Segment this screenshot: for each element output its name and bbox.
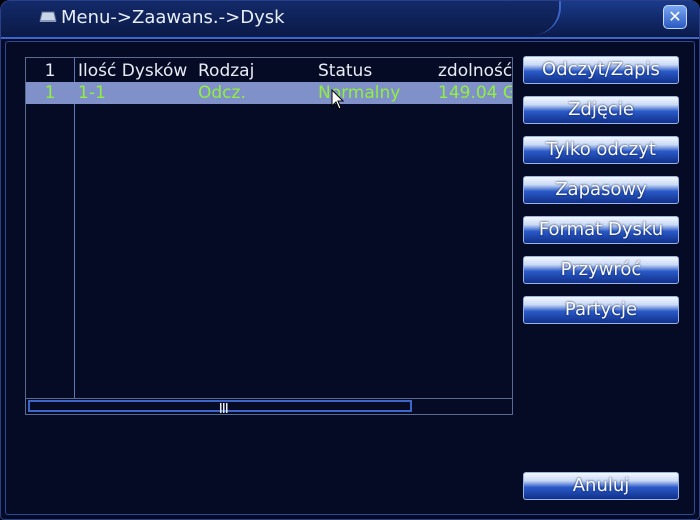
- column-header-status: Status: [318, 61, 373, 81]
- window-title: Menu->Zaawans.->Dysk: [61, 7, 285, 28]
- row-disk: 1-1: [78, 83, 106, 103]
- read-only-button[interactable]: Tylko odczyt: [523, 136, 679, 164]
- cancel-button[interactable]: Anuluj: [523, 472, 679, 500]
- column-header-type: Rodzaj: [198, 61, 255, 81]
- title-tab: Menu->Zaawans.->Dysk: [1, 1, 561, 35]
- horizontal-scrollbar[interactable]: [26, 398, 512, 415]
- row-capacity: 149.04 GB: [438, 83, 512, 103]
- mouse-cursor-icon: [331, 89, 345, 110]
- table-row[interactable]: 1 1-1 Odcz. Normalny 149.04 GB: [26, 82, 512, 104]
- format-disk-button[interactable]: Format Dysku: [523, 216, 679, 244]
- grip-icon: [220, 403, 228, 413]
- restore-button[interactable]: Przywróć: [523, 256, 679, 284]
- snapshot-button[interactable]: Zdjęcie: [523, 96, 679, 124]
- read-write-button[interactable]: Odczyt/Zapis: [523, 56, 679, 84]
- column-header-index: 1: [44, 61, 56, 81]
- table-header: 1 Ilość Dysków Rodzaj Status zdolność: [26, 60, 512, 82]
- partition-button[interactable]: Partycje: [523, 296, 679, 324]
- disk-table: 1 Ilość Dysków Rodzaj Status zdolność 1 …: [25, 57, 513, 415]
- backup-button[interactable]: Zapasowy: [523, 176, 679, 204]
- title-bar: Menu->Zaawans.->Dysk ✕: [1, 1, 699, 39]
- row-index: 1: [44, 83, 56, 103]
- row-type: Odcz.: [198, 83, 246, 103]
- scrollbar-thumb[interactable]: [28, 400, 412, 413]
- column-header-disk: Ilość Dysków: [78, 61, 188, 81]
- close-button[interactable]: ✕: [663, 5, 687, 29]
- column-divider: [74, 58, 75, 398]
- column-header-capacity: zdolność: [438, 61, 512, 81]
- hdd-icon: [39, 11, 57, 22]
- disk-window: Menu->Zaawans.->Dysk ✕ 1 Ilość Dysków Ro…: [0, 0, 700, 520]
